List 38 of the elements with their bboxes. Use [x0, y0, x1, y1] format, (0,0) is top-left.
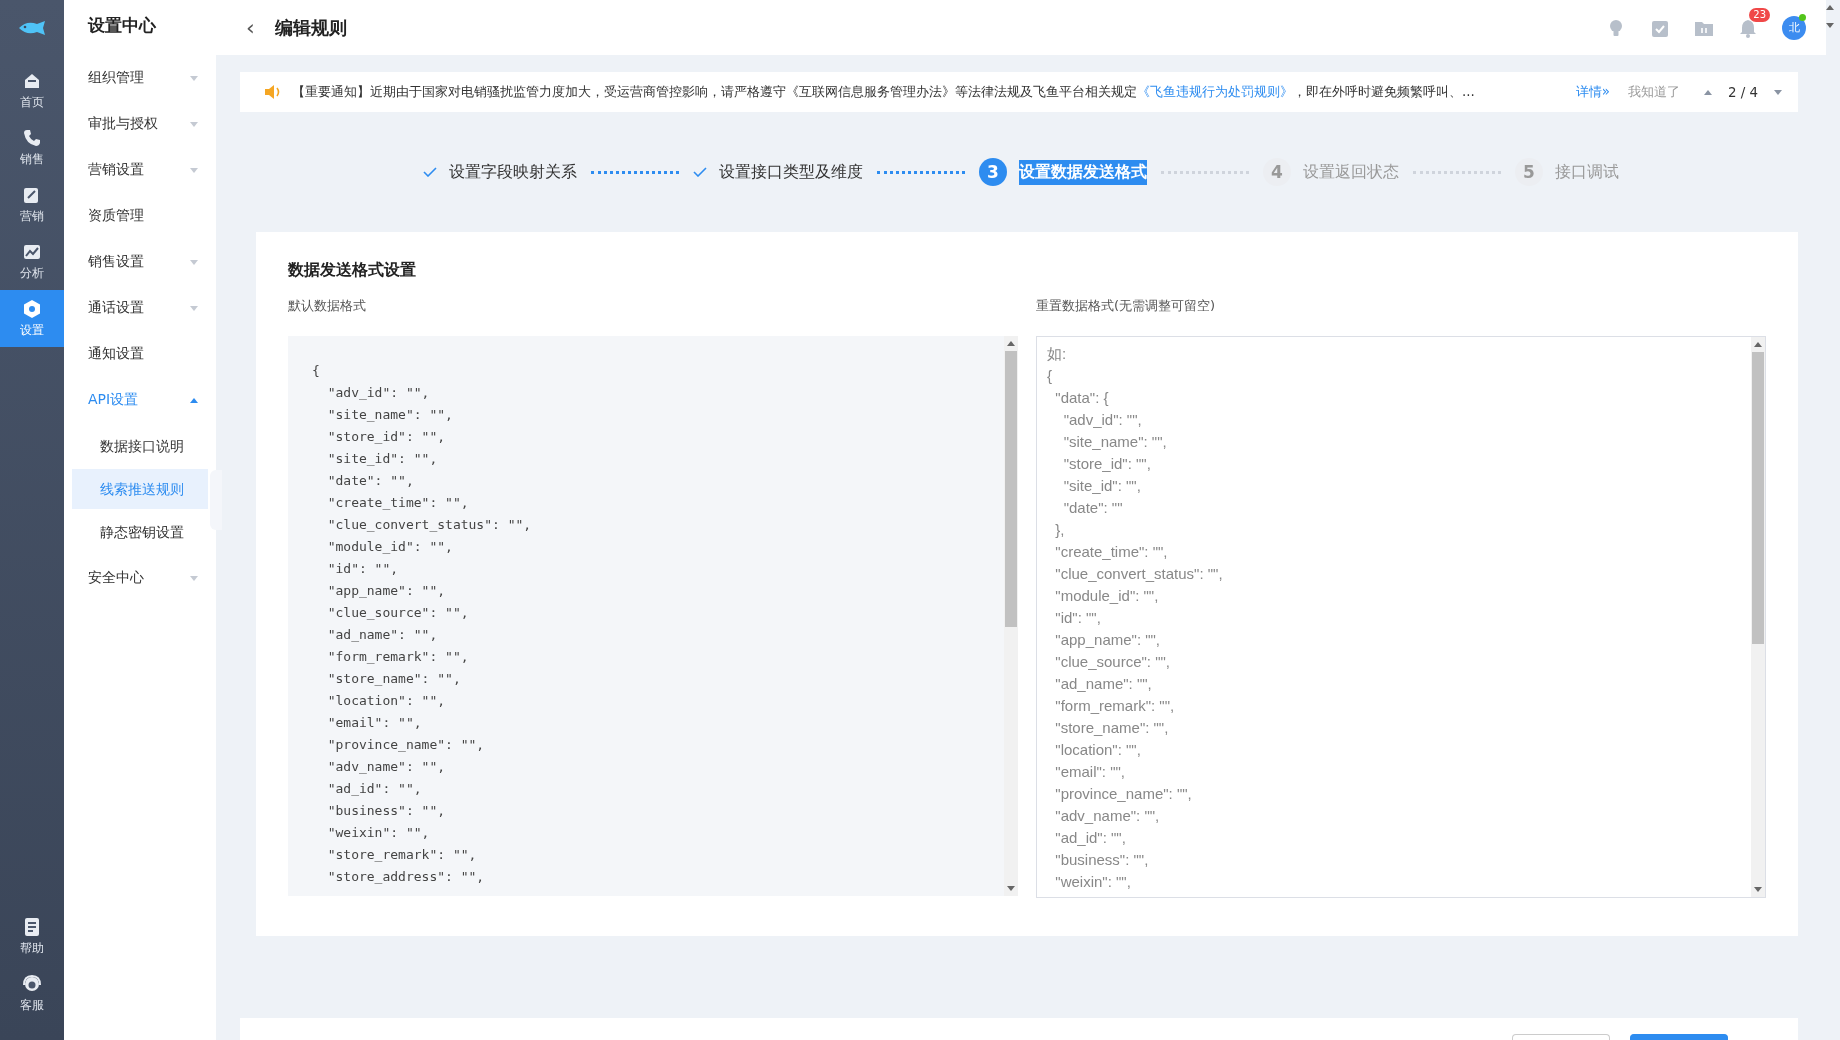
nav-rail-item[interactable]: 销售	[0, 119, 64, 176]
step-number: 5	[1515, 158, 1543, 186]
sidebar-item[interactable]: 审批与授权	[64, 101, 216, 147]
step-label: 设置数据发送格式	[1019, 159, 1147, 185]
step-label: 接口调试	[1555, 161, 1619, 183]
field-label: 默认数据格式	[288, 297, 367, 315]
nav-rail-item[interactable]: 营销	[0, 176, 64, 233]
sidebar-item[interactable]: 安全中心	[64, 555, 216, 601]
rules-link[interactable]: 《飞鱼违规行为处罚规则》	[1137, 84, 1293, 99]
sidebar-subitem[interactable]: 静态密钥设置	[72, 512, 208, 552]
step-label: 设置字段映射关系	[449, 161, 577, 183]
step-label: 设置接口类型及维度	[719, 161, 863, 183]
text-area[interactable]: 如: { "data": { "adv_id": "", "site_name": "", "store_id": "", "site_id": "", "date": "" }, "create_time": "", "clue_convert_status": "", "module_id": "", "id": "", "app_name": "", "clue_source": "", "ad_name": "", "form_remark": "", "store_name": "", "location": "", "email": "", "province_name": "", "adv_name": "", "ad_id": "", "business": "", "weixin": "",	[1036, 336, 1766, 898]
sidebar-item[interactable]: API设置	[64, 377, 216, 423]
step-number: 4	[1263, 158, 1291, 186]
notice-text: 【重要通知】近期由于国家对电销骚扰监管力度加大，受运营商管控影响，请严格遵守《互联网信息服务管理办法》等法律法规及飞鱼平台相关规定《飞鱼违规行为处罚规则》，即在外呼时避免频繁呼叫、...	[292, 83, 1476, 101]
sidebar-item[interactable]: 资质管理	[64, 193, 216, 239]
nav-rail-item[interactable]: 分析	[0, 233, 64, 290]
sidebar-title: 设置中心	[86, 14, 157, 37]
sidebar-item[interactable]: 组织管理	[64, 55, 216, 101]
field-label: 重置数据格式(无需调整可留空)	[1036, 297, 1217, 315]
details-link[interactable]: 详情»	[1575, 83, 1610, 101]
page-title: 编辑规则	[274, 15, 347, 40]
page-indicator: 2 / 4	[1727, 84, 1758, 100]
card-title: 数据发送格式设置	[288, 260, 417, 281]
sidebar-item[interactable]: 销售设置	[64, 239, 216, 285]
nav-rail-item[interactable]: 客服	[0, 965, 64, 1022]
sidebar-subitem[interactable]: 数据接口说明	[72, 426, 208, 466]
step-label: 设置返回状态	[1303, 161, 1399, 183]
notification-count: 23	[1749, 8, 1770, 22]
nav-rail-item[interactable]: 首页	[0, 62, 64, 119]
sidebar-item[interactable]: 营销设置	[64, 147, 216, 193]
back-button[interactable]: ‹	[246, 15, 255, 40]
nav-rail-item[interactable]: 帮助	[0, 908, 64, 965]
code-text: { "adv_id": "", "site_name": "", "store_id": "", "site_id": "", "date": "", "create_time": "", "clue_convert_status": "", "module_id": "", "id": "", "app_name": "", "clue_source": "", "ad_name": "", "form_remark": "", "store_name": "", "location": "", "email": "", "province_name": "", "adv_name": "", "ad_id": "", "business": "", "weixin": "", "store_remark": "", "store_address": "",	[311, 362, 533, 886]
sidebar-item[interactable]: 通话设置	[64, 285, 216, 331]
step-number: 3	[979, 158, 1007, 186]
sidebar-item[interactable]: 通知设置	[64, 331, 216, 377]
